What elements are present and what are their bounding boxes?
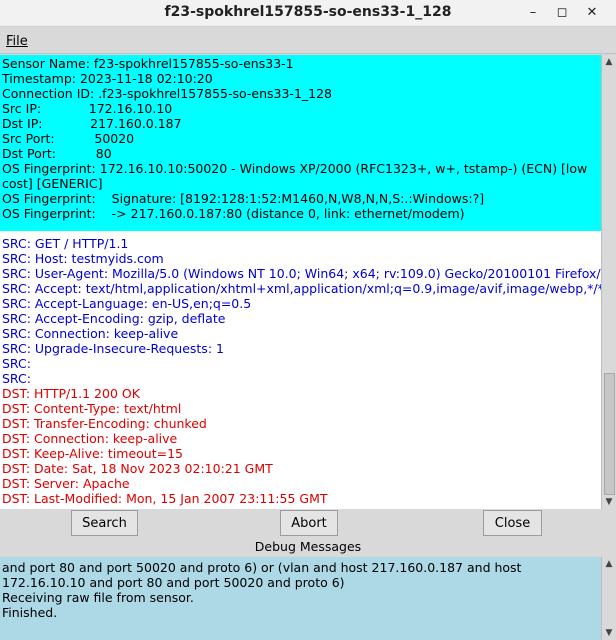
close-icon[interactable]: ✕ <box>581 2 603 24</box>
sensor-name-line: Sensor Name: f23-spokhrel157855-so-ens33… <box>2 56 294 71</box>
debug-line: and port 80 and port 50020 and proto 6) … <box>2 560 522 590</box>
src-line: SRC: Connection: keep-alive <box>2 326 179 341</box>
timestamp-line: Timestamp: 2023-11-18 02:10:20 <box>2 71 213 86</box>
dst-line: DST: Date: Sat, 18 Nov 2023 02:10:21 GMT <box>2 461 273 476</box>
src-ip-line: Src IP: 172.16.10.10 <box>2 101 173 116</box>
src-line: SRC: <box>2 371 31 386</box>
menu-file-label: File <box>6 34 28 49</box>
menu-bar: File <box>0 27 616 54</box>
debug-messages-area[interactable]: and port 80 and port 50020 and proto 6) … <box>0 557 602 640</box>
scroll-down-icon[interactable]: ▼ <box>602 495 616 509</box>
connection-id-line: Connection ID: .f23-spokhrel157855-so-en… <box>2 86 333 101</box>
os-fingerprint-line: OS Fingerprint: 172.16.10.10:50020 - Win… <box>2 161 588 191</box>
debug-scrollbar[interactable]: ▲ ▼ <box>601 557 616 640</box>
dst-line: DST: Server: Apache <box>2 476 130 491</box>
abort-button[interactable]: Abort <box>280 510 338 536</box>
dst-line: DST: Content-Type: text/html <box>2 401 182 416</box>
dst-line: DST: Connection: keep-alive <box>2 431 178 446</box>
dst-line: DST: Last-Modified: Mon, 15 Jan 2007 23:… <box>2 491 328 506</box>
dst-ip-line: Dst IP: 217.160.0.187 <box>2 116 182 131</box>
src-port-line: Src Port: 50020 <box>2 131 135 146</box>
scroll-down-icon[interactable]: ▼ <box>602 626 616 640</box>
menu-file[interactable]: File <box>6 34 28 49</box>
http-transcript: SRC: GET / HTTP/1.1 SRC: Host: testmyids… <box>0 231 602 506</box>
dst-line: DST: Keep-Alive: timeout=15 <box>2 446 183 461</box>
session-info-block: Sensor Name: f23-spokhrel157855-so-ens33… <box>0 55 602 231</box>
debug-messages-label: Debug Messages <box>0 539 616 557</box>
src-line: SRC: Accept: text/html,application/xhtml… <box>2 281 602 296</box>
src-line: SRC: Accept-Encoding: gzip, deflate <box>2 311 226 326</box>
debug-line: Finished. <box>2 605 58 620</box>
src-line: SRC: User-Agent: Mozilla/5.0 (Windows NT… <box>2 266 602 281</box>
transcript-text-area[interactable]: Sensor Name: f23-spokhrel157855-so-ens33… <box>0 55 602 509</box>
src-line: SRC: Upgrade-Insecure-Requests: 1 <box>2 341 224 356</box>
src-line: SRC: <box>2 356 31 371</box>
close-button[interactable]: Close <box>483 510 542 536</box>
button-bar: Search Abort Close <box>0 509 616 539</box>
dst-line: DST: Transfer-Encoding: chunked <box>2 416 207 431</box>
os-fingerprint-signature-line: OS Fingerprint: Signature: [8192:128:1:5… <box>2 191 485 206</box>
search-button[interactable]: Search <box>71 510 138 536</box>
title-bar[interactable]: f23-spokhrel157855-so-ens33-1_128 – ◻ ✕ <box>0 0 616 27</box>
transcript-scrollbar[interactable]: ▲ ▼ <box>601 55 616 509</box>
dst-port-line: Dst Port: 80 <box>2 146 112 161</box>
src-line: SRC: GET / HTTP/1.1 <box>2 236 129 251</box>
src-line: SRC: Accept-Language: en-US,en;q=0.5 <box>2 296 252 311</box>
scrollbar-thumb[interactable] <box>604 373 615 495</box>
minimize-icon[interactable]: – <box>522 2 544 24</box>
src-line: SRC: Host: testmyids.com <box>2 251 164 266</box>
dst-line: DST: HTTP/1.1 200 OK <box>2 386 140 401</box>
scroll-up-icon[interactable]: ▲ <box>602 557 616 571</box>
maximize-icon[interactable]: ◻ <box>551 2 573 24</box>
scroll-up-icon[interactable]: ▲ <box>602 55 616 69</box>
debug-line: Receiving raw file from sensor. <box>2 590 194 605</box>
os-fingerprint-distance-line: OS Fingerprint: -> 217.160.0.187:80 (dis… <box>2 206 465 221</box>
